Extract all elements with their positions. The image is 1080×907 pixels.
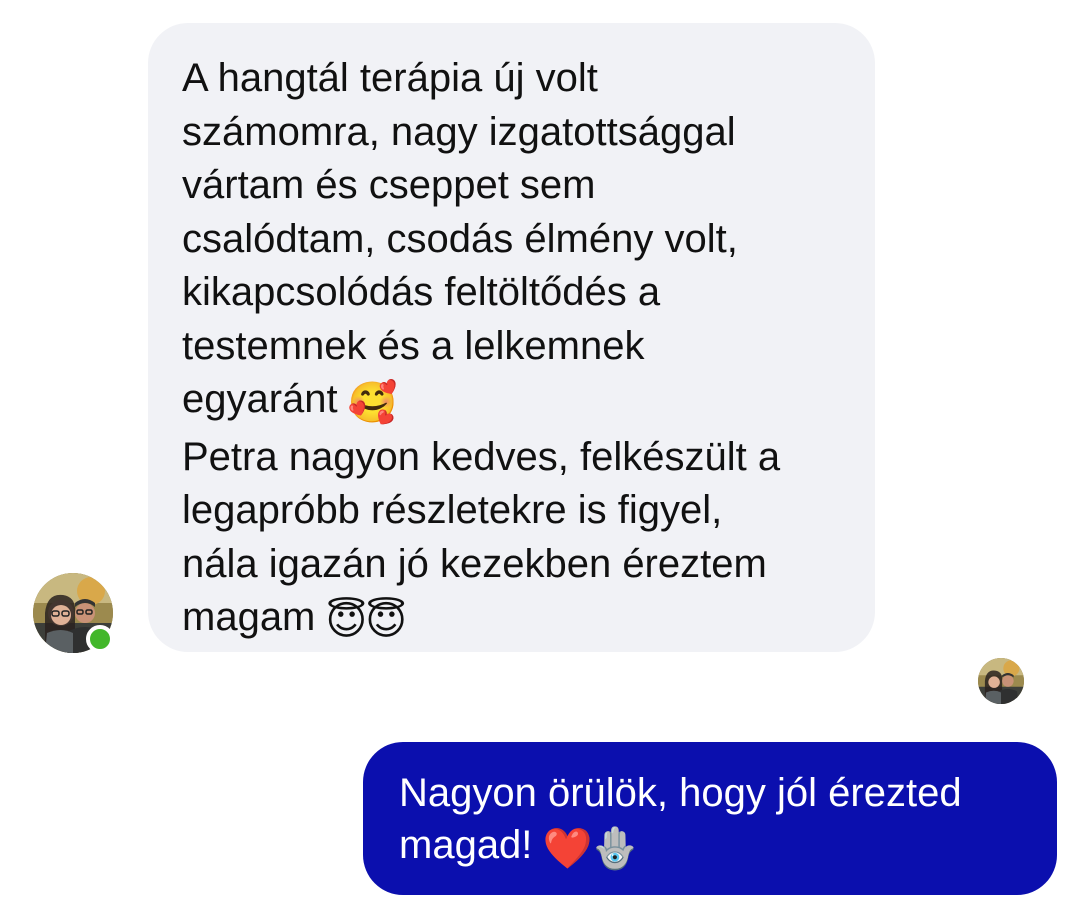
hamsa-emoji: 🪬 xyxy=(590,827,641,871)
outgoing-message-bubble[interactable]: Nagyon örülök, hogy jól érezted magad! ❤… xyxy=(363,742,1057,895)
seen-receipt-avatar xyxy=(978,658,1024,704)
message-line: magad! xyxy=(399,823,533,867)
outgoing-message-text: Nagyon örülök, hogy jól érezted magad! ❤… xyxy=(399,767,1037,875)
message-line: számomra, nagy izgatottsággal xyxy=(182,109,736,154)
message-line: magam xyxy=(182,595,316,639)
avatar-photo xyxy=(978,658,1024,704)
message-line: egyaránt xyxy=(182,377,338,421)
online-status-dot xyxy=(86,625,114,653)
incoming-message-text: A hangtál terápia új volt számomra, nagy… xyxy=(182,52,855,649)
smiling-face-with-hearts-emoji: 🥰 xyxy=(347,381,398,425)
message-line: nála igazán jó kezekben éreztem xyxy=(182,541,767,586)
message-line: Petra nagyon kedves, felkészült a xyxy=(182,434,781,479)
message-line: legapróbb részletekre is figyel, xyxy=(182,488,723,532)
smiling-face-with-halo-emoji: 😇 xyxy=(325,599,368,643)
smiling-face-with-halo-emoji: 😇 xyxy=(365,599,407,643)
message-line: Nagyon örülök, hogy jól érezted xyxy=(399,771,962,815)
message-line: vártam és cseppet sem xyxy=(182,163,596,207)
incoming-message-bubble[interactable]: A hangtál terápia új volt számomra, nagy… xyxy=(148,23,875,652)
message-line: kikapcsolódás feltöltődés a xyxy=(182,270,661,314)
message-line: testemnek és a lelkemnek xyxy=(182,323,645,368)
message-line: csalódtam, csodás élmény volt, xyxy=(182,216,738,261)
message-line: A hangtál terápia új volt xyxy=(182,56,598,100)
red-heart-emoji: ❤️ xyxy=(542,827,593,871)
